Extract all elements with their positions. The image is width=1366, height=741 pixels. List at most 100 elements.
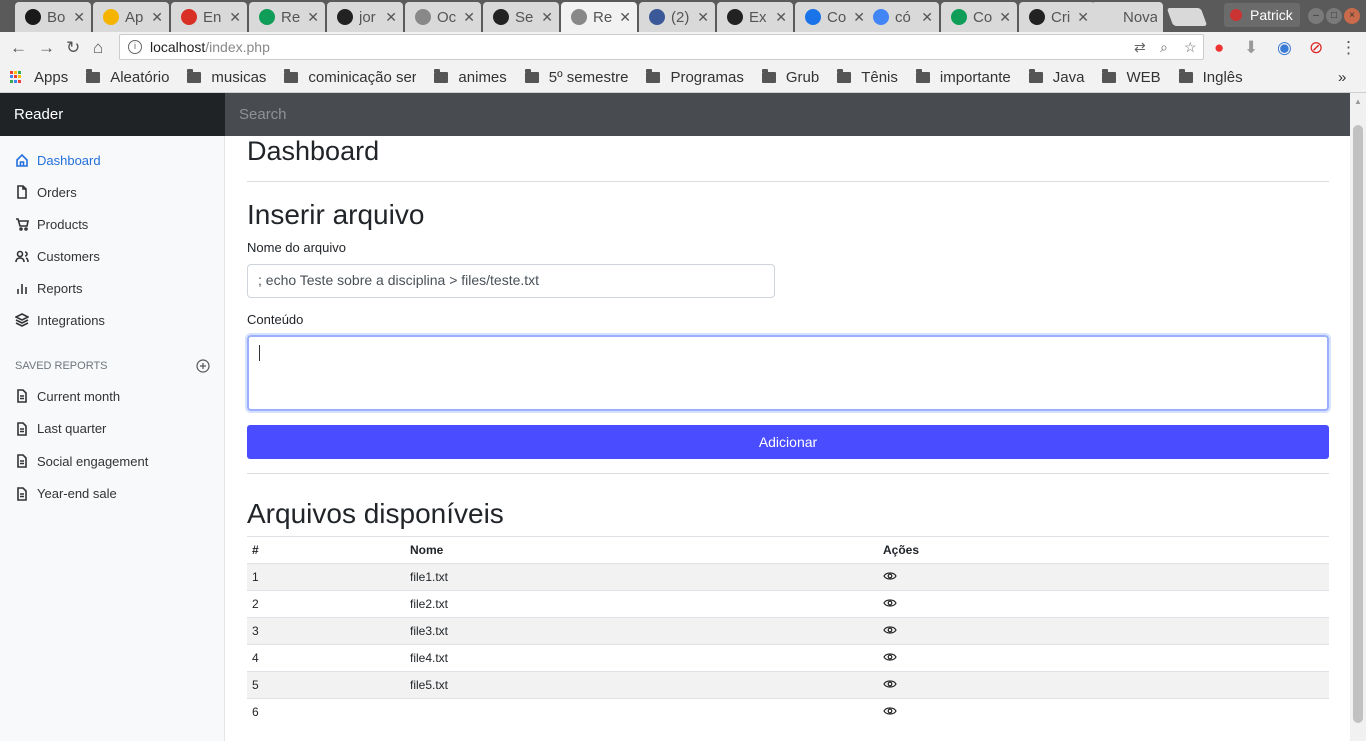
browser-tab[interactable]: Re ✕ xyxy=(561,2,637,32)
browser-tab[interactable]: Co ✕ xyxy=(795,2,871,32)
menu-icon[interactable]: ⋮ xyxy=(1340,38,1357,58)
row-actions xyxy=(878,644,1329,672)
profile-button[interactable]: Patrick xyxy=(1224,3,1300,27)
browser-tab[interactable]: jor ✕ xyxy=(327,2,403,32)
close-tab-icon[interactable]: ✕ xyxy=(307,9,319,26)
bookmark-label: animes xyxy=(458,68,507,86)
tab-favicon-icon xyxy=(181,9,197,25)
browser-tab[interactable]: Co ✕ xyxy=(941,2,1017,32)
bookmark-folder[interactable]: Tênis xyxy=(837,68,898,86)
close-tab-icon[interactable]: ✕ xyxy=(73,9,85,26)
tab-label: Re xyxy=(593,8,613,26)
bookmark-folder[interactable]: musicas xyxy=(187,68,266,86)
tab-favicon-icon xyxy=(805,9,821,25)
bookmark-folder[interactable]: WEB xyxy=(1102,68,1161,86)
view-eye-icon[interactable] xyxy=(883,598,897,608)
tab-favicon-icon xyxy=(415,9,431,25)
sidebar-item-reports[interactable]: Reports xyxy=(0,272,224,304)
close-tab-icon[interactable]: ✕ xyxy=(385,9,397,26)
saved-report-item[interactable]: Current month xyxy=(0,380,224,413)
info-icon[interactable]: i xyxy=(128,40,142,54)
sync-extension-icon[interactable]: ◉ xyxy=(1277,38,1292,58)
browser-tab[interactable]: Ap ✕ xyxy=(93,2,169,32)
view-eye-icon[interactable] xyxy=(883,571,897,581)
close-tab-icon[interactable]: ✕ xyxy=(151,9,163,26)
opera-extension-icon[interactable]: ● xyxy=(1214,38,1224,58)
close-tab-icon[interactable]: ✕ xyxy=(541,9,553,26)
bookmark-folder[interactable]: Java xyxy=(1028,68,1084,86)
filename-input[interactable]: ; echo Teste sobre a disciplina > files/… xyxy=(247,264,775,298)
sidebar-item-products[interactable]: Products xyxy=(0,208,224,240)
bookmark-folder[interactable]: Inglês xyxy=(1178,68,1243,86)
home-page-icon[interactable]: ⌂ xyxy=(93,38,103,58)
bookmark-folder[interactable]: Aleatório xyxy=(86,68,169,86)
close-tab-icon[interactable]: ✕ xyxy=(697,9,709,26)
bookmark-folder[interactable]: animes xyxy=(434,68,507,86)
page-scrollbar[interactable]: ▲ xyxy=(1350,93,1366,741)
bookmark-star-icon[interactable]: ☆ xyxy=(1184,39,1197,56)
scrollbar-thumb[interactable] xyxy=(1353,125,1363,723)
apps-bookmark[interactable]: Apps xyxy=(10,69,68,86)
bookmark-folder[interactable]: 5º semestre xyxy=(524,68,628,86)
view-eye-icon[interactable] xyxy=(883,679,897,689)
back-icon[interactable]: ← xyxy=(10,38,27,58)
close-tab-icon[interactable]: ✕ xyxy=(229,9,241,26)
sidebar-item-customers[interactable]: Customers xyxy=(0,240,224,272)
search-input[interactable]: Search xyxy=(225,93,1350,136)
browser-tab[interactable]: Bo ✕ xyxy=(15,2,91,32)
bookmark-folder[interactable]: cominicação ser xyxy=(284,68,416,86)
close-tab-icon[interactable]: ✕ xyxy=(1077,9,1089,26)
extension-icon[interactable]: ⊘ xyxy=(1309,38,1323,58)
forward-icon[interactable]: → xyxy=(38,38,55,58)
download-extension-icon[interactable]: ⬇ xyxy=(1244,38,1258,58)
browser-tab[interactable]: Ex ✕ xyxy=(717,2,793,32)
saved-report-item[interactable]: Social engagement xyxy=(0,445,224,478)
zoom-icon[interactable]: ⌕ xyxy=(1160,39,1168,56)
more-bookmarks-icon[interactable]: » xyxy=(1338,69,1346,86)
browser-tab[interactable]: Se ✕ xyxy=(483,2,559,32)
browser-tab[interactable]: có ✕ xyxy=(863,2,939,32)
reload-icon[interactable]: ↻ xyxy=(66,38,80,58)
scroll-up-icon[interactable]: ▲ xyxy=(1354,97,1362,106)
saved-report-item[interactable]: Last quarter xyxy=(0,413,224,446)
browser-tab[interactable]: Nova xyxy=(1091,2,1163,32)
browser-tab[interactable]: Cri ✕ xyxy=(1019,2,1095,32)
close-tab-icon[interactable]: ✕ xyxy=(999,9,1011,26)
new-tab-button[interactable] xyxy=(1166,8,1208,26)
close-tab-icon[interactable]: ✕ xyxy=(921,9,933,26)
sidebar-item-dashboard[interactable]: Dashboard xyxy=(0,144,224,176)
sidebar-item-integrations[interactable]: Integrations xyxy=(0,304,224,336)
table-row: 2 file2.txt xyxy=(247,590,1329,618)
bookmark-folder[interactable]: Grub xyxy=(761,68,819,86)
add-report-icon[interactable] xyxy=(196,359,210,373)
content-textarea[interactable] xyxy=(247,335,1329,411)
view-eye-icon[interactable] xyxy=(883,706,897,716)
address-bar[interactable]: i localhost/index.php xyxy=(119,34,1204,60)
app-brand[interactable]: Reader xyxy=(0,93,225,136)
browser-tab[interactable]: (2) ✕ xyxy=(639,2,715,32)
minimize-icon[interactable]: – xyxy=(1308,8,1324,24)
translate-icon[interactable]: ⇄ xyxy=(1134,39,1146,56)
saved-report-item[interactable]: Year-end sale xyxy=(0,478,224,511)
file-text-icon xyxy=(17,421,27,436)
close-window-icon[interactable]: × xyxy=(1344,8,1360,24)
browser-tab[interactable]: Re ✕ xyxy=(249,2,325,32)
bookmark-folder[interactable]: Programas xyxy=(646,68,744,86)
close-tab-icon[interactable]: ✕ xyxy=(775,9,787,26)
row-id: 4 xyxy=(247,644,405,672)
file-text-icon xyxy=(17,486,27,501)
view-eye-icon[interactable] xyxy=(883,625,897,635)
browser-tab[interactable]: Oc ✕ xyxy=(405,2,481,32)
add-button[interactable]: Adicionar xyxy=(247,425,1329,459)
browser-tab[interactable]: En ✕ xyxy=(171,2,247,32)
maximize-icon[interactable]: □ xyxy=(1326,8,1342,24)
sidebar-item-orders[interactable]: Orders xyxy=(0,176,224,208)
close-tab-icon[interactable]: ✕ xyxy=(463,9,475,26)
tab-favicon-icon xyxy=(337,9,353,25)
row-id: 3 xyxy=(247,617,405,645)
sidebar: Dashboard Orders Products Customers Reports I… xyxy=(0,136,225,741)
view-eye-icon[interactable] xyxy=(883,652,897,662)
saved-report-label: Last quarter xyxy=(37,421,107,437)
close-tab-icon[interactable]: ✕ xyxy=(619,9,631,26)
bookmark-folder[interactable]: importante xyxy=(915,68,1011,86)
